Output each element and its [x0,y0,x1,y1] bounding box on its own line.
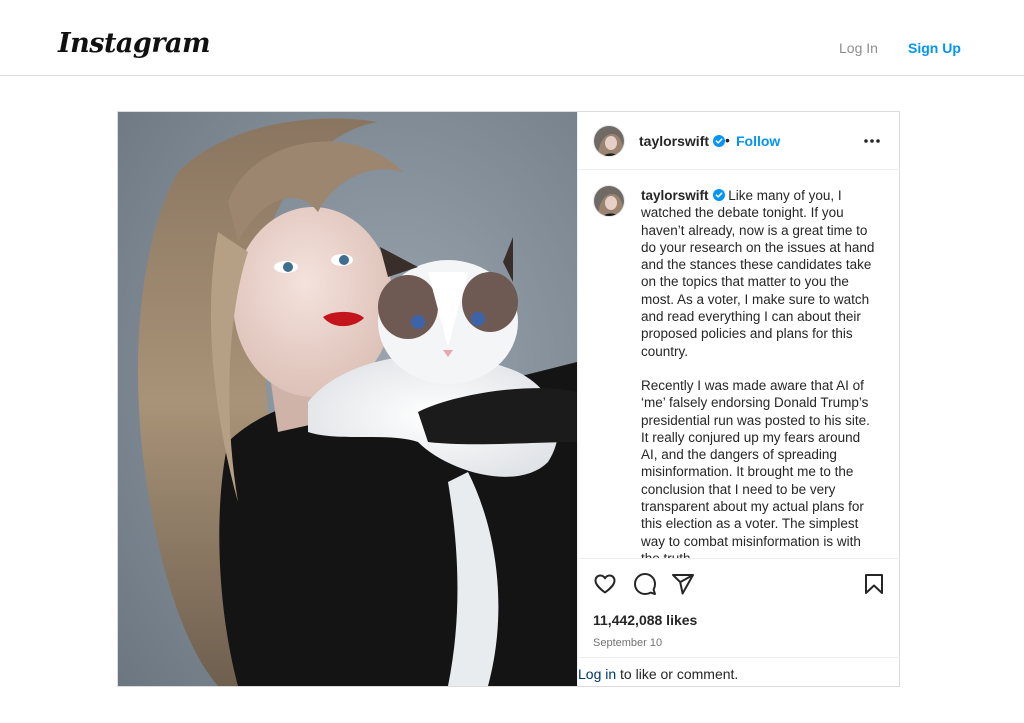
post-image[interactable] [118,112,577,686]
caption-paragraph-1: Like many of you, I watched the debate t… [641,188,875,359]
post-actions: 11,442,088 likes September 10 Log in to … [578,558,900,686]
post-card: taylorswift • Follow taylorswift Like ma… [117,111,900,687]
login-prompt-text: to like or comment. [616,666,739,682]
login-link[interactable]: Log In [839,40,878,56]
more-options-icon[interactable] [861,134,883,148]
instagram-logo[interactable]: Instagram [58,28,211,59]
heart-icon[interactable] [593,572,617,596]
login-prompt-link[interactable]: Log in [578,666,616,682]
avatar-image [594,126,624,156]
post-photo-illustration [118,112,577,686]
avatar[interactable] [593,125,625,157]
signup-link[interactable]: Sign Up [908,40,961,56]
post-username[interactable]: taylorswift [639,133,726,149]
caption-paragraph-2: Recently I was made aware that AI of ‘me… [641,377,870,558]
caption-text: taylorswift Like many of you, I watched … [641,187,876,558]
follow-button[interactable]: Follow [736,133,780,149]
post-date[interactable]: September 10 [593,637,662,649]
caption-username[interactable]: taylorswift [641,188,709,203]
post-header: taylorswift • Follow [578,112,900,170]
login-prompt: Log in to like or comment. [578,657,900,687]
top-navigation: Instagram Log In Sign Up [0,0,1024,76]
share-icon[interactable] [671,572,695,596]
separator-dot: • [725,132,730,148]
avatar-image [594,186,624,216]
bookmark-icon[interactable] [862,572,886,596]
caption-avatar[interactable] [593,185,625,217]
caption-section[interactable]: taylorswift Like many of you, I watched … [578,171,900,558]
post-sidebar: taylorswift • Follow taylorswift Like ma… [577,112,900,686]
verified-badge-icon [712,189,725,201]
comment-icon[interactable] [633,572,657,596]
likes-count[interactable]: 11,442,088 likes [593,612,697,628]
verified-badge-icon [713,135,726,147]
